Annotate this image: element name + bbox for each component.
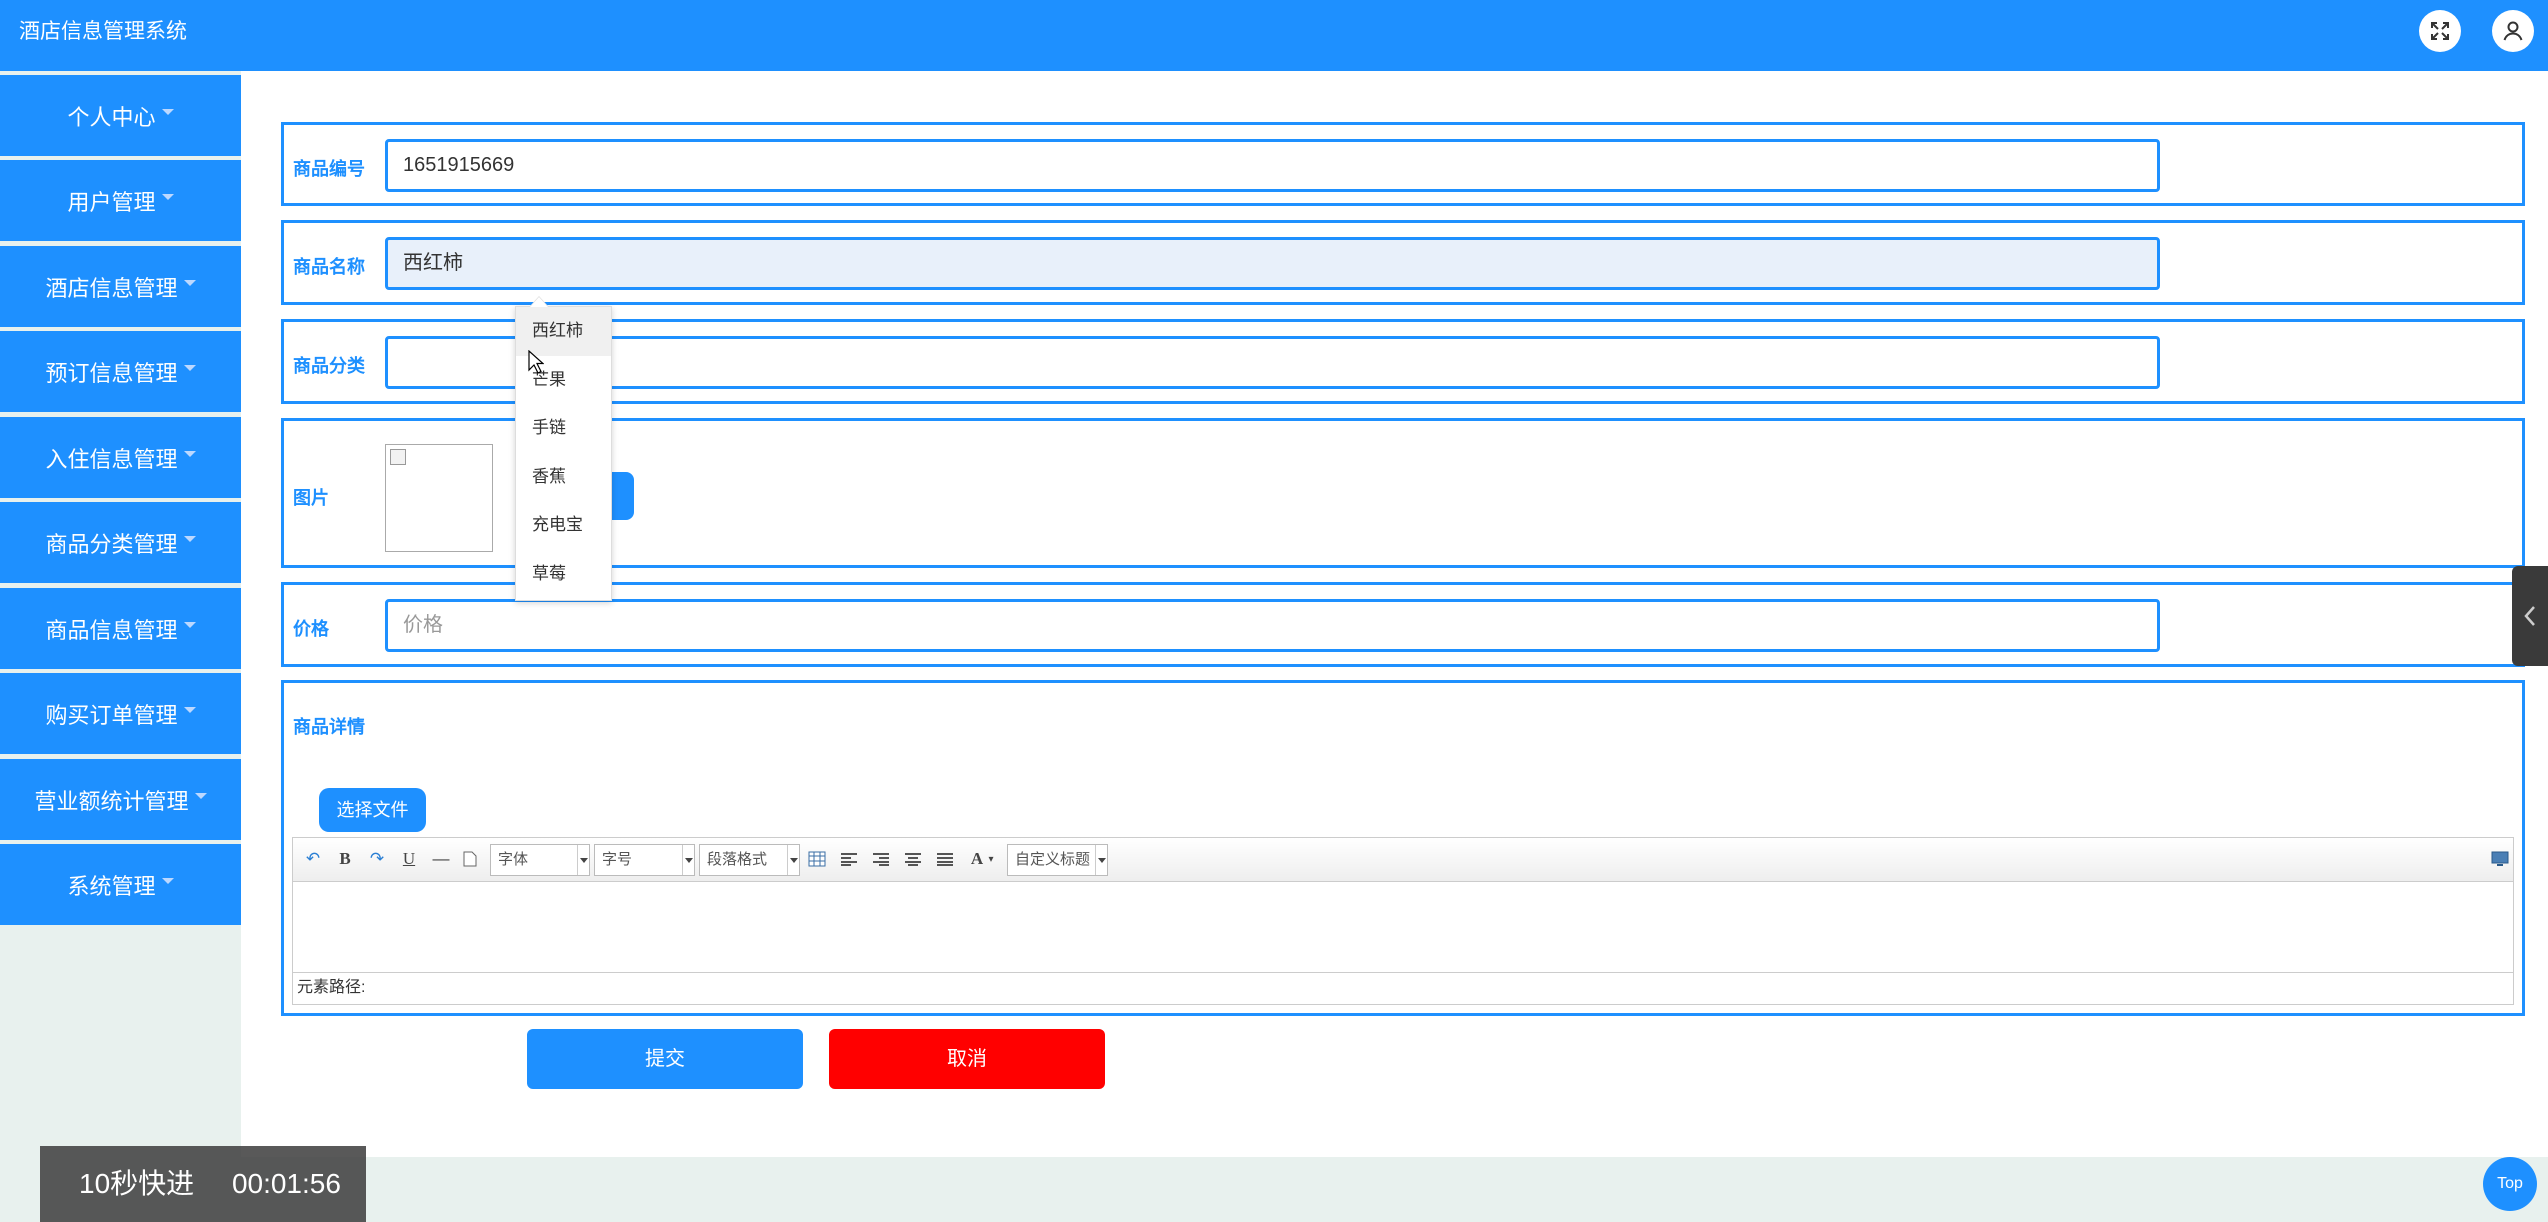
paragraph-format-select-label: 段落格式 xyxy=(707,851,768,868)
sidebar-item-label: 个人中心 xyxy=(67,104,156,130)
element-path: 元素路径: xyxy=(293,972,2513,1004)
font-family-select[interactable]: 字体 xyxy=(490,844,590,876)
dropdown-arrow-icon xyxy=(787,845,799,875)
field-label: 商品详情 xyxy=(293,717,365,737)
caret-down-icon xyxy=(183,621,196,628)
side-panel-toggle[interactable] xyxy=(2512,566,2548,666)
form-row-name: 商品名称 西红柿 xyxy=(281,220,2525,305)
sidebar-item-label: 营业额统计管理 xyxy=(34,788,189,814)
preview-icon[interactable] xyxy=(2488,847,2512,871)
autocomplete-option[interactable]: 草莓 xyxy=(516,550,611,599)
chevron-left-icon xyxy=(2524,606,2535,626)
code-input[interactable]: 1651915669 xyxy=(385,139,2160,192)
font-size-select-label: 字号 xyxy=(602,851,633,868)
editor-toolbar: ↶ B ↷ U — 字体 字号 段落格式 A ▾ 自定义标题 xyxy=(293,838,2513,882)
sidebar-item-label: 入住信息管理 xyxy=(45,446,178,472)
fast-forward-label[interactable]: 10秒快进 xyxy=(79,1146,194,1222)
top-bar: 酒店信息管理系统 xyxy=(0,0,2548,71)
sidebar-item-goods-category[interactable]: 商品分类管理 xyxy=(0,502,241,583)
app-title: 酒店信息管理系统 xyxy=(19,20,187,43)
sidebar-item-hotel-info[interactable]: 酒店信息管理 xyxy=(0,246,241,327)
redo-icon[interactable]: ↷ xyxy=(365,847,389,871)
align-center-icon[interactable] xyxy=(901,847,925,871)
sidebar-item-booking[interactable]: 预订信息管理 xyxy=(0,331,241,412)
sidebar-item-label: 购买订单管理 xyxy=(45,702,178,728)
font-family-select-label: 字体 xyxy=(498,851,529,868)
caret-down-icon xyxy=(161,877,174,884)
sidebar-item-label: 商品分类管理 xyxy=(45,531,178,557)
caret-down-icon xyxy=(183,364,196,371)
field-label: 图片 xyxy=(293,488,329,508)
sidebar-item-label: 系统管理 xyxy=(67,873,156,899)
form-row-detail: 商品详情 选择文件 ↶ B ↷ U — 字体 字号 段落格式 A ▾ 自定义标题… xyxy=(281,680,2525,1016)
autocomplete-option[interactable]: 西红柿 xyxy=(516,307,611,356)
sidebar-item-label: 预订信息管理 xyxy=(45,360,178,386)
caret-down-icon xyxy=(161,193,174,200)
user-icon[interactable] xyxy=(2492,10,2534,52)
sidebar-item-label: 酒店信息管理 xyxy=(45,275,178,301)
submit-button[interactable]: 提交 xyxy=(527,1029,803,1089)
align-right-icon[interactable] xyxy=(869,847,893,871)
mouse-cursor-icon xyxy=(528,349,545,379)
caret-down-icon xyxy=(183,706,196,713)
sidebar-item-system[interactable]: 系统管理 xyxy=(0,844,241,925)
font-size-select[interactable]: 字号 xyxy=(594,844,695,876)
align-left-icon[interactable] xyxy=(837,847,861,871)
form-row-image: 图片 xyxy=(281,418,2525,568)
custom-title-select[interactable]: 自定义标题 xyxy=(1007,844,1108,876)
underline-icon[interactable]: U xyxy=(397,847,421,871)
cancel-button[interactable]: 取消 xyxy=(829,1029,1105,1089)
sidebar-item-user-management[interactable]: 用户管理 xyxy=(0,160,241,241)
font-color-dropdown-icon[interactable]: ▾ xyxy=(985,847,997,871)
undo-icon[interactable]: ↶ xyxy=(301,847,325,871)
caret-down-icon xyxy=(194,792,207,799)
sidebar-item-label: 用户管理 xyxy=(67,189,156,215)
choose-file-button[interactable]: 选择文件 xyxy=(319,788,426,832)
page-icon[interactable] xyxy=(458,847,482,871)
category-select[interactable] xyxy=(385,336,2160,389)
form-row-price: 价格 价格 xyxy=(281,582,2525,667)
autocomplete-option[interactable]: 香蕉 xyxy=(516,453,611,502)
dropdown-arrow-icon xyxy=(1095,845,1107,875)
autocomplete-option[interactable]: 充电宝 xyxy=(516,501,611,550)
sidebar-item-checkin[interactable]: 入住信息管理 xyxy=(0,417,241,498)
align-justify-icon[interactable] xyxy=(933,847,957,871)
caret-down-icon xyxy=(183,535,196,542)
rich-text-editor: ↶ B ↷ U — 字体 字号 段落格式 A ▾ 自定义标题 元素路径: xyxy=(292,837,2514,1005)
paragraph-format-select[interactable]: 段落格式 xyxy=(699,844,800,876)
playback-overlay: 10秒快进 00:01:56 xyxy=(40,1146,366,1222)
field-label: 商品分类 xyxy=(293,356,365,376)
bold-icon[interactable]: B xyxy=(333,847,357,871)
name-input[interactable]: 西红柿 xyxy=(385,237,2160,290)
form-row-category: 商品分类 xyxy=(281,319,2525,404)
editor-content-area[interactable] xyxy=(293,883,2513,966)
sidebar-item-goods-info[interactable]: 商品信息管理 xyxy=(0,588,241,669)
sidebar-item-personal-center[interactable]: 个人中心 xyxy=(0,75,241,156)
field-label: 商品名称 xyxy=(293,257,365,277)
playback-time: 00:01:56 xyxy=(231,1168,341,1199)
sidebar-item-label: 商品信息管理 xyxy=(45,617,178,643)
caret-down-icon xyxy=(183,279,196,286)
form-row-code: 商品编号 1651915669 xyxy=(281,122,2525,206)
table-icon[interactable] xyxy=(805,847,829,871)
dropdown-arrow-icon xyxy=(682,845,694,875)
broken-image-icon xyxy=(390,449,406,465)
sidebar-item-purchase-orders[interactable]: 购买订单管理 xyxy=(0,673,241,754)
fullscreen-icon[interactable] xyxy=(2419,10,2461,52)
custom-title-select-label: 自定义标题 xyxy=(1015,851,1091,868)
caret-down-icon xyxy=(183,450,196,457)
sidebar-item-revenue-stats[interactable]: 营业额统计管理 xyxy=(0,759,241,840)
field-label: 商品编号 xyxy=(293,159,365,179)
image-preview xyxy=(385,444,493,552)
sidebar: 个人中心 用户管理 酒店信息管理 预订信息管理 入住信息管理 商品分类管理 商品… xyxy=(0,71,241,1222)
price-input[interactable]: 价格 xyxy=(385,599,2160,652)
dropdown-arrow-icon xyxy=(577,845,589,875)
caret-down-icon xyxy=(161,108,174,115)
back-to-top-button[interactable]: Top xyxy=(2483,1157,2537,1211)
autocomplete-option[interactable]: 手链 xyxy=(516,404,611,453)
horizontal-rule-icon[interactable]: — xyxy=(429,847,453,871)
field-label: 价格 xyxy=(293,619,329,639)
